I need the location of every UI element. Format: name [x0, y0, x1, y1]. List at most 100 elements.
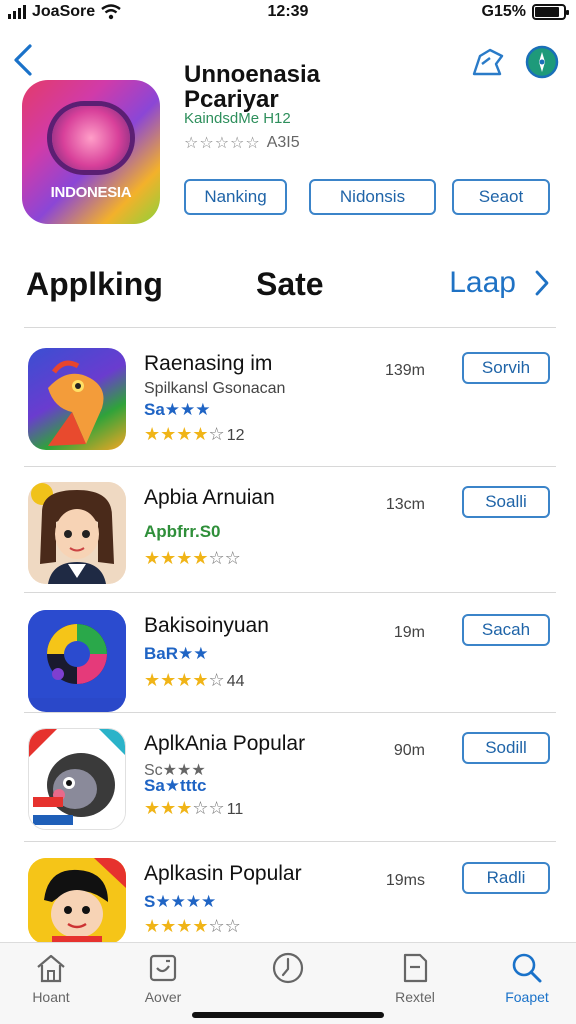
featured-app-icon-label: INDONESIA: [50, 184, 132, 201]
get-button[interactable]: Sorvih: [462, 352, 550, 384]
app-title: Raenasing im: [144, 352, 273, 375]
document-icon: [403, 953, 428, 983]
chip-seaot[interactable]: Seaot: [452, 179, 550, 215]
rating-stars: ★★★: [144, 798, 193, 818]
battery-level: [535, 7, 559, 17]
app-size: 19m: [393, 624, 425, 641]
rating-stars: ★★★★: [144, 670, 209, 690]
share-button[interactable]: [470, 44, 506, 80]
status-right: G15%: [481, 3, 569, 21]
divider: [24, 327, 556, 328]
tab-aover[interactable]: Aover: [118, 951, 208, 1005]
tab-label: Hoant: [32, 989, 70, 1005]
app-rating: ★★★★☆ 12: [144, 424, 244, 445]
app-size: 19ms: [385, 872, 425, 889]
see-more-label: Laap: [449, 266, 516, 299]
app-tag: S★★★★: [144, 892, 217, 911]
abstract-logo-icon: [28, 610, 126, 698]
list-item[interactable]: AplkAnia Popular Sc★★★ Sa★tttc ★★★☆☆ 11 9…: [26, 728, 550, 848]
divider: [24, 841, 556, 842]
app-size: 13cm: [385, 496, 425, 513]
rating-stars-empty: ☆☆: [192, 798, 225, 818]
tab-search[interactable]: Foapet: [482, 951, 572, 1005]
clock-icon: [272, 952, 304, 984]
get-button[interactable]: Sacah: [462, 614, 550, 646]
app-subtitle: Spilkansl Gsonacan: [144, 380, 286, 397]
girl-avatar-icon: [28, 482, 126, 584]
app-logo-mark: [52, 106, 130, 170]
rating-stars-empty: ☆☆: [208, 548, 241, 568]
search-icon: [512, 953, 542, 983]
app-size: 90m: [393, 742, 425, 759]
tab-clock[interactable]: [243, 951, 333, 989]
rating-count: 12: [226, 427, 245, 444]
tab-home[interactable]: Hoant: [6, 951, 96, 1005]
featured-app-subtitle: KaindsdMe H12: [184, 110, 291, 127]
home-indicator: [192, 1012, 384, 1018]
tab-label: Rextel: [395, 989, 435, 1005]
get-button[interactable]: Sodill: [462, 732, 550, 764]
app-title: Apbia Arnuian: [144, 486, 275, 509]
divider: [24, 712, 556, 713]
rating-stars: ★★★★: [144, 424, 209, 444]
featured-app-title-line1: Unnoenasia: [184, 61, 321, 88]
list-item[interactable]: Raenasing im Spilkansl Gsonacan Sa★★★ ★★…: [26, 348, 550, 468]
divider: [24, 592, 556, 593]
app-rating: ★★★★☆ 44: [144, 670, 244, 691]
app-title: Bakisoinyuan: [144, 614, 269, 637]
tab-label: Aover: [144, 989, 182, 1005]
tab-label: Foapet: [505, 989, 549, 1005]
compass-button[interactable]: [524, 44, 560, 80]
share-icon: [472, 48, 504, 76]
app-tag: Apbfrr.S0: [144, 522, 221, 541]
battery-percent: G15%: [481, 3, 526, 20]
battery-icon: [532, 4, 569, 20]
app-icon-abstract: [28, 610, 126, 712]
rating-stars: ☆☆☆☆☆: [184, 135, 261, 152]
chevron-right-icon: [535, 270, 549, 296]
app-icon-cartoon: [28, 858, 126, 944]
rating-count: 11: [226, 801, 244, 818]
featured-app-icon[interactable]: INDONESIA: [22, 80, 160, 224]
app-icon-girl: [28, 482, 126, 584]
app-tag: BaR★★: [144, 644, 209, 663]
app-title: Aplkasin Popular: [144, 862, 302, 885]
category-chips: Nanking Nidonsis Seaot: [184, 179, 550, 217]
rating-stars-empty: ☆☆: [208, 916, 241, 936]
divider: [24, 466, 556, 467]
app-rating: ★★★★☆☆: [144, 916, 243, 937]
bird-icon: [48, 360, 104, 446]
rating-count: 44: [226, 673, 245, 690]
get-button[interactable]: Radli: [462, 862, 550, 894]
app-icon-hedgehog: [28, 728, 126, 830]
app-title: AplkAnia Popular: [144, 732, 306, 755]
list-item[interactable]: Apbia Arnuian Apbfrr.S0 ★★★★☆☆ 13cm Soal…: [26, 482, 550, 602]
app-tag: Sa★tttc: [144, 776, 207, 795]
section-title: Applking: [26, 266, 163, 302]
rating-stars: ★★★★: [144, 916, 209, 936]
back-button[interactable]: [10, 42, 36, 78]
app-size: 139m: [384, 362, 425, 379]
featured-app-title: Unnoenasia Pcariyar: [184, 62, 444, 112]
calendar-icon: [149, 954, 177, 982]
app-rating: ★★★☆☆ 11: [144, 798, 243, 819]
chip-nanking[interactable]: Nanking: [184, 179, 287, 215]
chip-nidonsis[interactable]: Nidonsis: [309, 179, 436, 215]
section-header: Applking Sate Laap: [26, 262, 550, 312]
get-button[interactable]: Soalli: [462, 486, 550, 518]
tab-rextel[interactable]: Rextel: [370, 951, 460, 1005]
status-bar: JoaSore 12:39 G15%: [0, 0, 576, 26]
app-rating: ★★★★☆☆: [144, 548, 243, 569]
rating-stars-empty: ☆: [208, 424, 225, 444]
compass-icon: [525, 45, 559, 79]
chevron-left-icon: [14, 44, 32, 76]
see-more-link[interactable]: Laap: [449, 266, 550, 300]
rating-stars: ★★★★: [144, 548, 209, 568]
featured-app-title-line2: Pcariyar: [184, 86, 279, 113]
app-tag: Sa★★★: [144, 400, 211, 419]
section-subtitle: Sate: [256, 266, 324, 302]
featured-app-rating: ☆☆☆☆☆ A3I5: [184, 133, 300, 153]
home-icon: [37, 954, 65, 983]
tab-bar: Hoant Aover Rextel Foapet: [0, 942, 576, 1024]
rating-stars-empty: ☆: [208, 670, 225, 690]
